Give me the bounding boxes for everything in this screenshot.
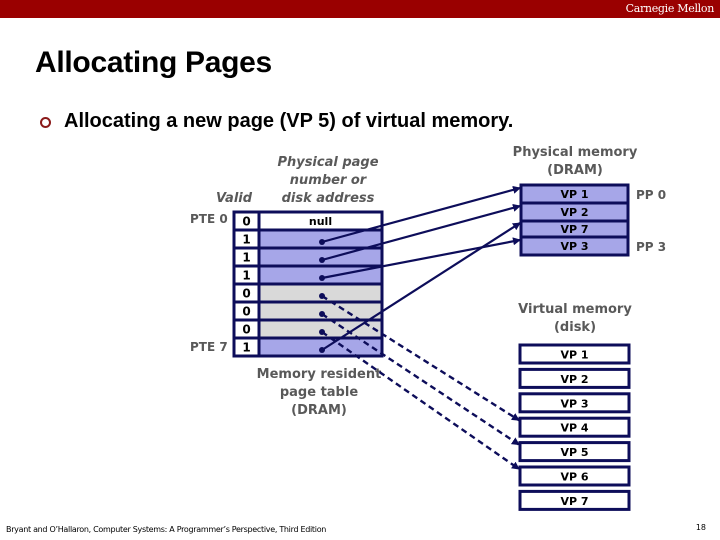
pte-row: 0 (232, 300, 384, 322)
disk-page-label: VP 7 (560, 495, 588, 508)
valid-bit: 1 (242, 251, 250, 265)
valid-bit: 1 (242, 341, 250, 355)
valid-bit: 0 (242, 323, 250, 337)
dram-page-label: VP 7 (560, 223, 588, 236)
address-cell (257, 246, 384, 268)
pointer-arrow-disk (321, 312, 520, 446)
disk-page-label: VP 2 (560, 373, 588, 386)
virtual-memory-disk: VP 1 VP 2 VP 3 VP 4 VP 5 VP 6 VP 7 (518, 343, 631, 511)
pte-row: 1 (232, 264, 384, 286)
valid-bit: 1 (242, 233, 250, 247)
pte-row: 0 (232, 318, 384, 340)
pointer-arrow-disk (321, 331, 520, 470)
address-cell (257, 336, 384, 358)
disk-page-label: VP 4 (560, 422, 588, 435)
dram-page-label: VP 2 (560, 206, 588, 219)
physical-memory: VP 1 VP 2 VP 7 VP 3 (519, 183, 630, 257)
disk-page-label: VP 3 (560, 397, 588, 410)
address-cell (257, 264, 384, 286)
pte-row: 0 null (232, 210, 384, 232)
pte-row: 0 (232, 282, 384, 304)
address-cell (257, 228, 384, 250)
page-allocation-diagram: 0 null1110001 VP 1VP 2VP 7VP 3 VP 1VP 2VP… (232, 183, 631, 511)
pte-row: 1 (232, 336, 384, 358)
dram-page-label: VP 1 (560, 188, 588, 201)
footer-citation: Bryant and O’Hallaron, Computer Systems:… (6, 525, 327, 534)
valid-bit: 1 (242, 269, 250, 283)
valid-bit: 0 (242, 215, 250, 229)
valid-bit: 0 (242, 305, 250, 319)
address-cell (257, 300, 384, 322)
page-number: 18 (695, 523, 706, 532)
valid-bit: 0 (242, 287, 250, 301)
null-entry: null (309, 215, 332, 228)
disk-page-label: VP 1 (560, 349, 588, 362)
dram-page-label: VP 3 (560, 240, 588, 253)
disk-page-label: VP 6 (560, 471, 588, 484)
address-cell (257, 282, 384, 304)
page-table: 0 null 1 1 1 0 0 0 1 (232, 210, 384, 358)
disk-page-label: VP 5 (560, 446, 588, 459)
